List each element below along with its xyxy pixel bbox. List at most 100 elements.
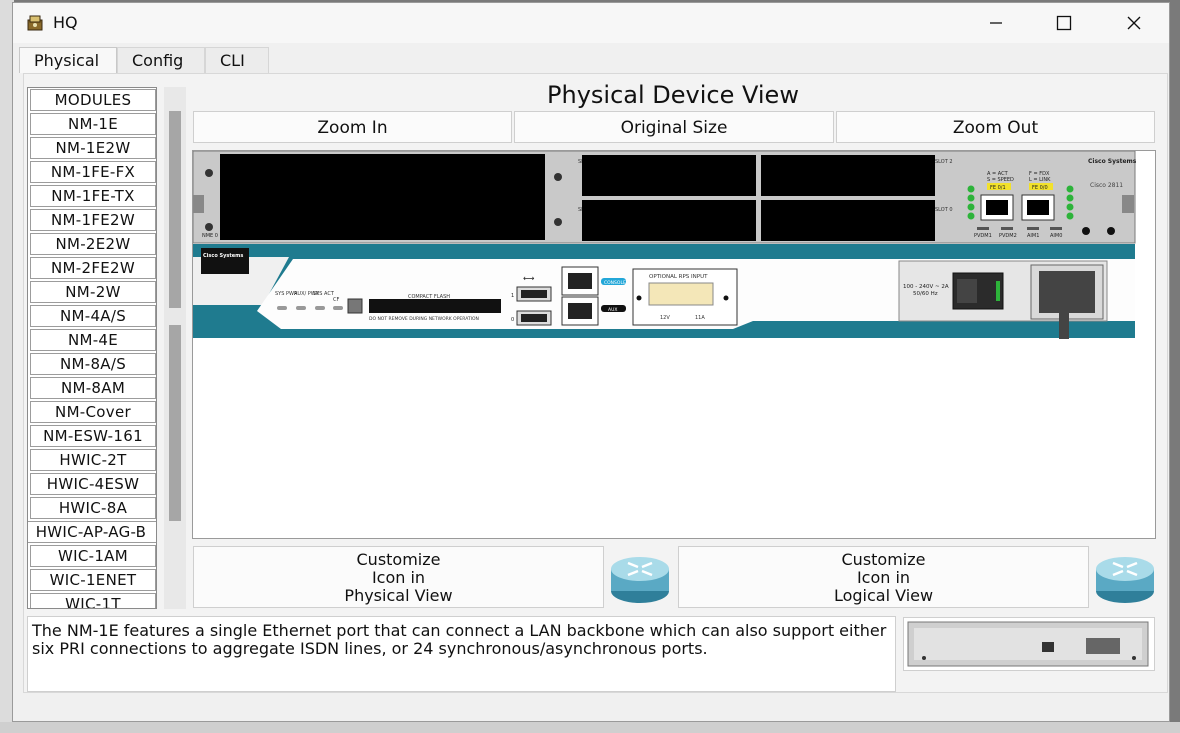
scroll-thumb[interactable]: [169, 111, 181, 308]
status-led: [277, 306, 287, 310]
cf-button[interactable]: [347, 298, 363, 314]
port-label: FE 0/0: [1032, 185, 1048, 191]
legend-text: S = SPEED: [987, 177, 1014, 183]
window-title: HQ: [53, 13, 78, 32]
list-item[interactable]: WIC-1ENET: [30, 569, 156, 591]
slot-indicator: [1001, 227, 1013, 230]
module-thumbnail-image: [907, 621, 1149, 667]
list-item[interactable]: HWIC-4ESW: [30, 473, 156, 495]
list-item[interactable]: HWIC-AP-AG-B: [28, 521, 156, 543]
nme-label: NME 0: [202, 233, 218, 239]
module-thumbnail: [903, 617, 1155, 671]
list-item[interactable]: HWIC-2T: [30, 449, 156, 471]
list-item[interactable]: NM-Cover: [30, 401, 156, 423]
close-button[interactable]: [1111, 7, 1157, 39]
original-size-button[interactable]: Original Size: [514, 111, 834, 143]
screw-icon: [205, 169, 213, 177]
status-led: [967, 203, 975, 211]
list-item[interactable]: NM-4E: [30, 329, 156, 351]
rps-amp: 11A: [695, 315, 705, 321]
customize-logical-button[interactable]: Customize Icon in Logical View: [678, 546, 1089, 608]
usb-icon: ⟷: [523, 274, 535, 283]
minimize-button[interactable]: [973, 7, 1019, 39]
list-item[interactable]: NM-ESW-161: [30, 425, 156, 447]
power-rating: 50/60 Hz: [913, 291, 938, 297]
hwic-slot-1[interactable]: [582, 200, 756, 241]
button-label-line: Physical View: [344, 586, 453, 605]
screw-icon: [205, 223, 213, 231]
tab-bar: Physical Config CLI: [13, 47, 1169, 73]
slot-label: SLOT 0: [935, 207, 953, 213]
nme-slot[interactable]: [220, 154, 545, 240]
console-label: CONSOLE: [604, 280, 626, 286]
screw-icon: [554, 173, 562, 181]
tab-config[interactable]: Config: [117, 47, 205, 73]
title-bar[interactable]: HQ: [13, 3, 1169, 43]
chassis-handle: [1122, 195, 1134, 213]
list-item[interactable]: WIC-1AM: [30, 545, 156, 567]
list-item[interactable]: NM-1FE-TX: [30, 185, 156, 207]
list-item[interactable]: NM-8A/S: [30, 353, 156, 375]
usb-socket-icon: [521, 290, 547, 298]
status-led: [296, 306, 306, 310]
page-title: Physical Device View: [547, 81, 799, 109]
brand-logo-text: Cisco Systems: [203, 253, 243, 259]
list-item[interactable]: NM-1FE-FX: [30, 161, 156, 183]
status-led: [1066, 194, 1074, 202]
hwic-slot-0[interactable]: [761, 200, 935, 241]
port-label: FE 0/1: [990, 185, 1006, 191]
maximize-button[interactable]: [1041, 7, 1087, 39]
status-led: [1066, 203, 1074, 211]
status-led: [315, 306, 325, 310]
rj45-socket-icon: [568, 303, 592, 319]
led-label: CF: [333, 297, 339, 303]
router-chassis: NME 0 SLOT 3 SLOT 1 SLOT 2 SLOT 0 A = AC…: [193, 151, 1137, 339]
tab-cli[interactable]: CLI: [205, 47, 269, 73]
status-led: [967, 194, 975, 202]
device-view[interactable]: NME 0 SLOT 3 SLOT 1 SLOT 2 SLOT 0 A = AC…: [192, 150, 1156, 539]
usb-label: 1: [511, 293, 514, 299]
screw-icon: [554, 218, 562, 226]
slot-label: PVDM2: [999, 233, 1017, 239]
maximize-icon: [1056, 15, 1072, 31]
cf-note: DO NOT REMOVE DURING NETWORK OPERATION: [369, 316, 479, 322]
cisco-logo: [201, 248, 249, 274]
list-item[interactable]: NM-8AM: [30, 377, 156, 399]
scroll-track-segment[interactable]: [169, 325, 181, 521]
button-label-line: Icon in: [856, 568, 911, 587]
status-led: [333, 306, 343, 310]
tab-physical[interactable]: Physical: [19, 47, 117, 73]
brand-label: Cisco Systems: [1088, 158, 1137, 165]
list-item[interactable]: NM-2W: [30, 281, 156, 303]
list-item[interactable]: NM-2E2W: [30, 233, 156, 255]
status-led: [1066, 212, 1074, 220]
modules-list[interactable]: MODULES NM-1E NM-1E2W NM-1FE-FX NM-1FE-T…: [27, 87, 157, 609]
customize-physical-button[interactable]: Customize Icon in Physical View: [193, 546, 604, 608]
rj45-socket-icon: [568, 273, 592, 289]
rps-title: OPTIONAL RPS INPUT: [649, 274, 708, 280]
background-taskbar: [0, 722, 1180, 733]
list-item[interactable]: NM-1E2W: [30, 137, 156, 159]
compact-flash-slot[interactable]: [369, 299, 501, 313]
chassis-handle: [193, 195, 204, 213]
modules-scrollbar[interactable]: [164, 87, 186, 609]
hwic-slot-2[interactable]: [761, 155, 935, 196]
zoom-in-button[interactable]: Zoom In: [193, 111, 512, 143]
list-item[interactable]: NM-2FE2W: [30, 257, 156, 279]
status-led: [967, 212, 975, 220]
screw-icon: [1107, 227, 1115, 235]
list-item[interactable]: WIC-1T: [30, 593, 156, 608]
zoom-out-button[interactable]: Zoom Out: [836, 111, 1155, 143]
power-rating: 100 - 240V ~ 2A: [903, 284, 949, 290]
rj45-socket-icon: [986, 200, 1008, 215]
device-window: HQ Physical Config CLI MODULES NM-1E NM-…: [12, 2, 1170, 722]
list-item[interactable]: HWIC-8A: [30, 497, 156, 519]
slot-indicator: [1027, 227, 1039, 230]
hwic-slot-3[interactable]: [582, 155, 756, 196]
list-item[interactable]: NM-1E: [30, 113, 156, 135]
list-item[interactable]: NM-1FE2W: [30, 209, 156, 231]
power-switch-rocker: [957, 279, 977, 303]
list-item[interactable]: NM-4A/S: [30, 305, 156, 327]
power-led: [996, 281, 1000, 301]
screw-icon: [636, 295, 642, 301]
